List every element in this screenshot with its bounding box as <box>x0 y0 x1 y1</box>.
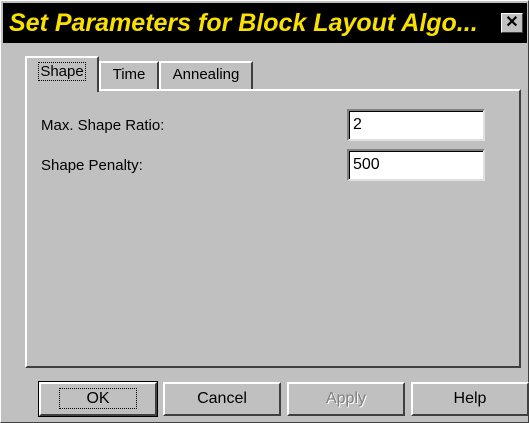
tab-shape[interactable]: Shape <box>25 56 99 92</box>
tab-annealing-label: Annealing <box>172 66 240 83</box>
tab-annealing[interactable]: Annealing <box>159 61 253 89</box>
help-button[interactable]: Help <box>411 382 529 416</box>
max-shape-ratio-input[interactable] <box>347 109 485 141</box>
apply-button-label: Apply <box>325 390 367 407</box>
tab-time-label: Time <box>112 66 146 83</box>
tab-time[interactable]: Time <box>99 61 159 89</box>
close-icon[interactable]: ✕ <box>501 13 523 33</box>
dialog-window: Set Parameters for Block Layout Algo... … <box>0 0 529 423</box>
help-button-label: Help <box>453 390 487 407</box>
shape-penalty-input[interactable] <box>347 149 485 181</box>
apply-button[interactable]: Apply <box>287 382 405 416</box>
tab-shape-label: Shape <box>38 62 86 81</box>
cancel-button-label: Cancel <box>197 390 247 407</box>
max-shape-ratio-label: Max. Shape Ratio: <box>41 117 165 134</box>
ok-button-label: OK <box>59 388 137 409</box>
window-title: Set Parameters for Block Layout Algo... <box>9 9 478 37</box>
ok-button[interactable]: OK <box>38 381 158 417</box>
cancel-button[interactable]: Cancel <box>163 382 281 416</box>
title-bar[interactable]: Set Parameters for Block Layout Algo... … <box>3 3 527 43</box>
shape-penalty-label: Shape Penalty: <box>41 157 143 174</box>
